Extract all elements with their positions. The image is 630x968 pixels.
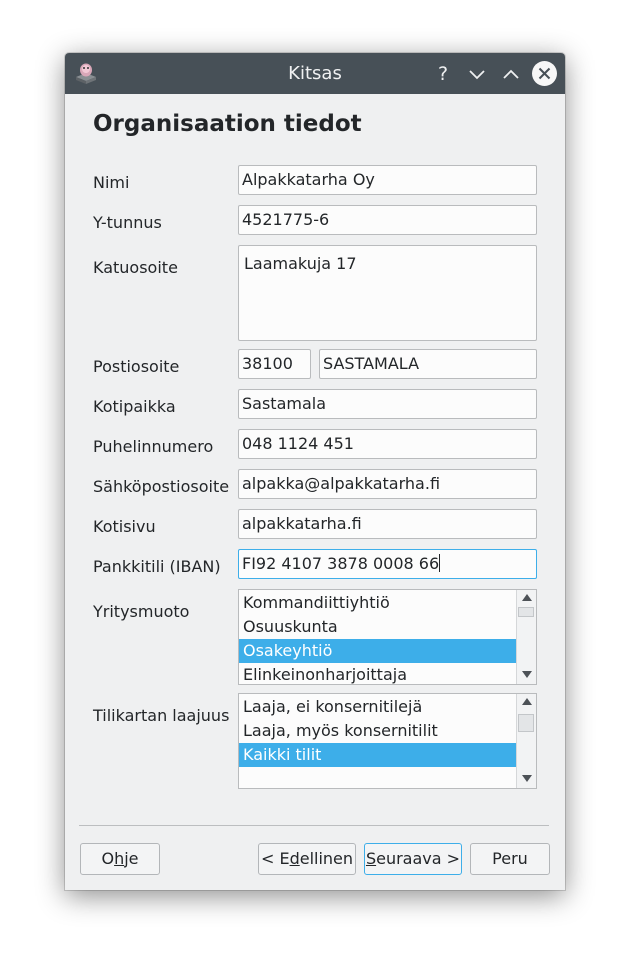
business-id-label: Y-tunnus xyxy=(93,213,162,232)
business-id-field[interactable]: 4521775-6 xyxy=(238,205,537,235)
scroll-down-icon[interactable] xyxy=(517,667,536,683)
street-address-field[interactable]: Laamakuja 17 xyxy=(238,245,537,341)
list-item[interactable]: Osuuskunta xyxy=(239,615,517,639)
phone-field[interactable]: 048 1124 451 xyxy=(238,429,537,459)
phone-label: Puhelinnumero xyxy=(93,437,214,456)
city-field[interactable]: SASTAMALA xyxy=(319,349,537,379)
list-item[interactable]: Laaja, ei konsernitilejä xyxy=(239,695,517,719)
website-field[interactable]: alpakkatarha.fi xyxy=(238,509,537,539)
company-form-label: Yritysmuoto xyxy=(93,602,190,621)
name-field[interactable]: Alpakkatarha Oy xyxy=(238,165,537,195)
list-item[interactable]: Laaja, myös konsernitilit xyxy=(239,719,517,743)
list-item[interactable]: Kommandiittiyhtiö xyxy=(239,591,517,615)
next-button[interactable]: Seuraava > xyxy=(364,843,462,875)
back-button[interactable]: < Edellinen xyxy=(258,843,356,875)
help-button[interactable]: Ohje xyxy=(80,843,160,875)
domicile-field[interactable]: Sastamala xyxy=(238,389,537,419)
postcode-field[interactable]: 38100 xyxy=(238,349,311,379)
wizard-window: Kitsas ? Organisaation tiedot Nimi Alpak… xyxy=(65,53,565,890)
iban-field[interactable]: FI92 4107 3878 0008 66 xyxy=(238,549,537,579)
company-form-scrollbar[interactable] xyxy=(516,590,536,684)
button-separator xyxy=(79,825,549,826)
email-label: Sähköpostiosoite xyxy=(93,477,230,496)
list-item[interactable]: Elinkeinonharjoittaja xyxy=(239,663,517,684)
scrollbar-handle[interactable] xyxy=(518,607,534,617)
iban-value: FI92 4107 3878 0008 66 xyxy=(242,554,440,573)
company-form-list[interactable]: Kommandiittiyhtiö Osuuskunta Osakeyhtiö … xyxy=(238,589,537,685)
chart-scope-list[interactable]: Laaja, ei konsernitilejä Laaja, myös kon… xyxy=(238,693,537,789)
list-item-selected[interactable]: Kaikki tilit xyxy=(239,743,517,767)
scroll-up-icon[interactable] xyxy=(517,590,536,606)
domicile-label: Kotipaikka xyxy=(93,397,176,416)
minimize-icon[interactable] xyxy=(464,61,490,87)
title-bar[interactable]: Kitsas ? xyxy=(65,53,565,94)
website-label: Kotisivu xyxy=(93,517,156,536)
iban-label: Pankkitili (IBAN) xyxy=(93,557,221,576)
close-icon[interactable] xyxy=(532,61,557,86)
scrollbar-handle[interactable] xyxy=(518,714,534,732)
window-title: Kitsas xyxy=(288,63,342,84)
chart-scope-label: Tilikartan laajuus xyxy=(93,706,230,725)
postal-address-label: Postiosoite xyxy=(93,357,180,376)
page-title: Organisaation tiedot xyxy=(93,111,362,137)
text-caret xyxy=(439,554,441,572)
list-item-selected[interactable]: Osakeyhtiö xyxy=(239,639,517,663)
cancel-button[interactable]: Peru xyxy=(470,843,550,875)
scroll-down-icon[interactable] xyxy=(517,771,536,787)
scroll-up-icon[interactable] xyxy=(517,694,536,710)
street-address-label: Katuosoite xyxy=(93,258,178,277)
name-label: Nimi xyxy=(93,173,130,192)
email-field[interactable]: alpakka@alpakkatarha.fi xyxy=(238,469,537,499)
help-icon[interactable]: ? xyxy=(430,61,456,87)
chart-scope-scrollbar[interactable] xyxy=(516,694,536,788)
maximize-icon[interactable] xyxy=(498,61,524,87)
